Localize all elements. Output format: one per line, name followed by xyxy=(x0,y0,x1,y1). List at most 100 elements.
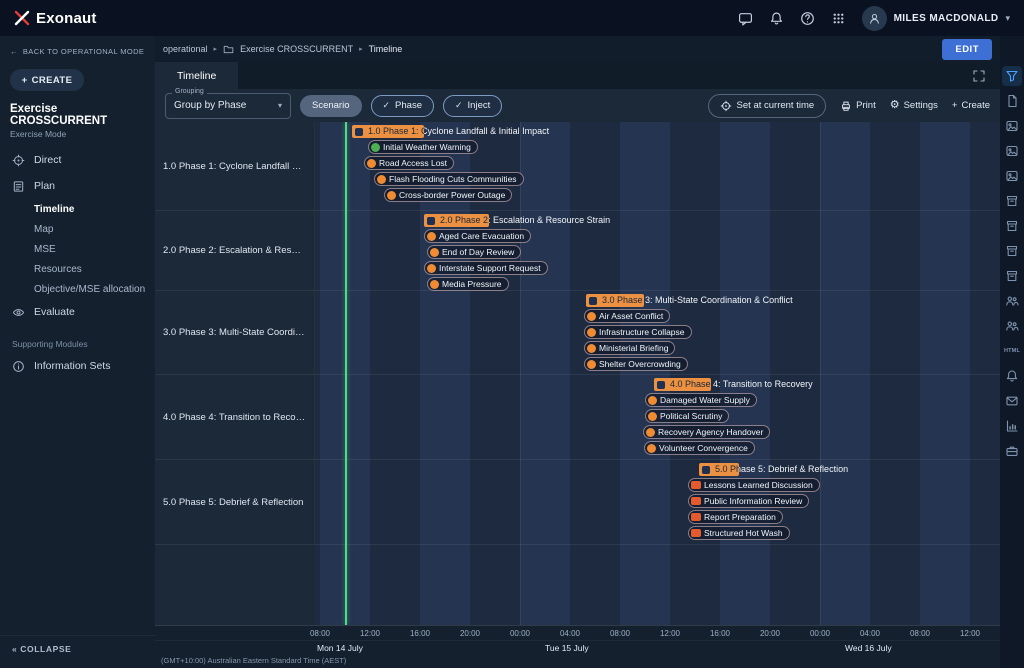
chart-icon[interactable] xyxy=(1002,416,1022,436)
filter-chip-inject[interactable]: ✓Inject xyxy=(443,95,502,117)
timeline-event[interactable]: Public Information Review xyxy=(688,494,809,508)
archive-icon[interactable] xyxy=(1002,191,1022,211)
event-label: Recovery Agency Handover xyxy=(658,426,763,438)
create-button[interactable]: +CREATE xyxy=(10,69,84,91)
image-icon[interactable] xyxy=(1002,116,1022,136)
axis-day-label: Tue 15 July xyxy=(545,643,589,653)
timeline-event[interactable]: End of Day Review xyxy=(427,245,521,259)
apps-grid-icon[interactable] xyxy=(831,11,846,26)
sidebar-item-resources[interactable]: Resources xyxy=(0,259,155,279)
users-icon[interactable] xyxy=(1002,291,1022,311)
timeline-event[interactable]: Infrastructure Collapse xyxy=(584,325,692,339)
current-time-marker[interactable] xyxy=(345,122,347,625)
image-icon[interactable] xyxy=(1002,141,1022,161)
help-icon[interactable] xyxy=(800,11,815,26)
sidebar: ←BACK TO OPERATIONAL MODE +CREATE Exerci… xyxy=(0,36,155,668)
timeline-event[interactable]: Initial Weather Warning xyxy=(368,140,478,154)
timeline-event[interactable]: Political Scrutiny xyxy=(645,409,729,423)
axis-tick: 00:00 xyxy=(510,629,530,638)
main-content: operational ▸ Exercise CROSSCURRENT ▸ Ti… xyxy=(155,36,1000,668)
grouping-select[interactable]: Grouping Group by Phase ▾ xyxy=(165,93,291,119)
sidebar-item-plan[interactable]: Plan xyxy=(0,173,155,199)
exonaut-logo[interactable]: Exonaut xyxy=(14,10,97,27)
timeline-event[interactable]: Recovery Agency Handover xyxy=(643,425,770,439)
sidebar-item-label: Direct xyxy=(34,154,61,166)
top-bar: Exonaut MILES MACDONALD ▾ xyxy=(0,0,1024,36)
phase-bar[interactable]: 3.0 Phase 3: Multi-State Coordination & … xyxy=(586,294,644,307)
timeline-event[interactable]: Cross-border Power Outage xyxy=(384,188,512,202)
phase-bar[interactable]: 1.0 Phase 1: Cyclone Landfall & Initial … xyxy=(352,125,424,138)
timeline-event[interactable]: Interstate Support Request xyxy=(424,261,548,275)
sidebar-item-mse[interactable]: MSE xyxy=(0,239,155,259)
event-label: End of Day Review xyxy=(442,246,514,258)
image-icon[interactable] xyxy=(1002,166,1022,186)
tab-timeline[interactable]: Timeline xyxy=(155,62,238,89)
user-menu[interactable]: MILES MACDONALD ▾ xyxy=(862,6,1010,31)
event-type-icon xyxy=(427,232,436,241)
timeline-chart: 1.0 Phase 1: Cyclone Landfall & Initial … xyxy=(155,122,1000,625)
axis-days-row: Mon 14 JulyTue 15 JulyWed 16 July xyxy=(155,640,1000,654)
timeline-event[interactable]: Media Pressure xyxy=(427,277,509,291)
breadcrumb-exercise[interactable]: Exercise CROSSCURRENT xyxy=(240,44,353,54)
breadcrumb-separator-icon: ▸ xyxy=(214,45,218,53)
settings-button[interactable]: ⚙ Settings xyxy=(890,100,938,111)
archive-icon[interactable] xyxy=(1002,216,1022,236)
axis-tick: 12:00 xyxy=(660,629,680,638)
mail-icon[interactable] xyxy=(1002,391,1022,411)
set-at-current-time-button[interactable]: Set at current time xyxy=(708,94,827,118)
timeline-event[interactable]: Road Access Lost xyxy=(364,156,454,170)
timeline-event[interactable]: Ministerial Briefing xyxy=(584,341,675,355)
phase-bar[interactable]: 2.0 Phase 2: Escalation & Resource Strai… xyxy=(424,214,489,227)
archive-icon[interactable] xyxy=(1002,241,1022,261)
sidebar-item-objective-mse-allocation[interactable]: Objective/MSE allocation xyxy=(0,279,155,299)
fullscreen-icon[interactable] xyxy=(972,69,986,83)
timeline-event[interactable]: Shelter Overcrowding xyxy=(584,357,688,371)
event-label: Report Preparation xyxy=(704,511,776,523)
archive-icon[interactable] xyxy=(1002,266,1022,286)
event-type-icon xyxy=(367,159,376,168)
event-type-icon xyxy=(646,428,655,437)
timezone-note: (GMT+10:00) Australian Eastern Standard … xyxy=(155,653,1000,668)
briefcase-icon[interactable] xyxy=(1002,441,1022,461)
timeline-event[interactable]: Flash Flooding Cuts Communities xyxy=(374,172,524,186)
printer-icon xyxy=(840,100,852,112)
sidebar-item-direct[interactable]: Direct xyxy=(0,147,155,173)
timeline-event[interactable]: Damaged Water Supply xyxy=(645,393,757,407)
person-icon xyxy=(868,12,881,25)
create-inject-button[interactable]: + Create xyxy=(952,100,990,111)
edit-button[interactable]: EDIT xyxy=(942,39,992,60)
filter-chip-phase[interactable]: ✓Phase xyxy=(371,95,434,117)
arrow-left-icon: ← xyxy=(10,47,18,56)
phase-row-label: 3.0 Phase 3: Multi-State Coordination & … xyxy=(155,291,315,374)
filter-icon[interactable] xyxy=(1002,66,1022,86)
timeline-event[interactable]: Air Asset Conflict xyxy=(584,309,670,323)
sidebar-item-timeline[interactable]: Timeline xyxy=(0,199,155,219)
sidebar-item-map[interactable]: Map xyxy=(0,219,155,239)
subitem-label: MSE xyxy=(34,244,56,255)
chat-icon[interactable] xyxy=(738,11,753,26)
users-icon[interactable] xyxy=(1002,316,1022,336)
timeline-event[interactable]: Report Preparation xyxy=(688,510,783,524)
phase-bar[interactable]: 4.0 Phase 4: Transition to Recovery4.0 P… xyxy=(654,378,711,391)
event-type-icon xyxy=(587,312,596,321)
event-type-icon xyxy=(691,497,701,505)
collapse-sidebar-button[interactable]: « COLLAPSE xyxy=(0,635,155,662)
file-icon[interactable] xyxy=(1002,91,1022,111)
bell-icon[interactable] xyxy=(1002,366,1022,386)
timeline-event[interactable]: Structured Hot Wash xyxy=(688,526,790,540)
bell-icon[interactable] xyxy=(769,11,784,26)
chip-label: Scenario xyxy=(312,100,350,111)
phase-bar[interactable]: 5.0 Phase 5: Debrief & Reflection5.0 Pha… xyxy=(699,463,739,476)
filter-chip-scenario[interactable]: Scenario xyxy=(300,95,362,117)
timeline-event[interactable]: Lessons Learned Discussion xyxy=(688,478,820,492)
back-to-operational-link[interactable]: ←BACK TO OPERATIONAL MODE xyxy=(0,44,155,59)
timeline-event[interactable]: Aged Care Evacuation xyxy=(424,229,531,243)
breadcrumb-operational[interactable]: operational xyxy=(163,44,208,54)
axis-tick: 12:00 xyxy=(360,629,380,638)
sidebar-item-evaluate[interactable]: Evaluate xyxy=(0,299,155,325)
print-button[interactable]: Print xyxy=(840,100,876,112)
sidebar-item-information-sets[interactable]: Information Sets xyxy=(0,353,155,379)
phase-row: 3.0 Phase 3: Multi-State Coordination & … xyxy=(155,291,1000,375)
html-icon[interactable]: HTML xyxy=(1002,341,1022,361)
timeline-event[interactable]: Volunteer Convergence xyxy=(644,441,755,455)
